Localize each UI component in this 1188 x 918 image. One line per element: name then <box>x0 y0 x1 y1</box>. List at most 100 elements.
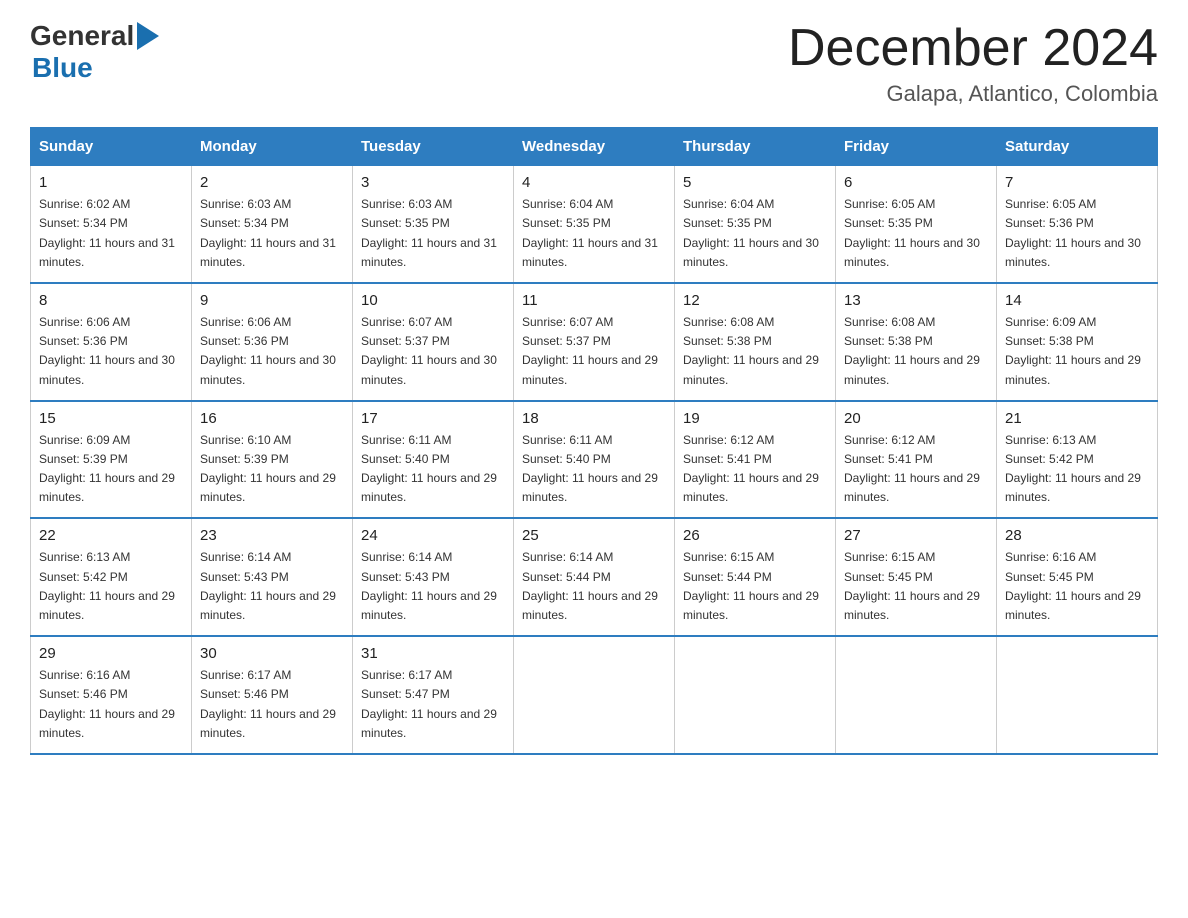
calendar-cell <box>836 636 997 754</box>
day-info: Sunrise: 6:17 AMSunset: 5:46 PMDaylight:… <box>200 666 344 743</box>
day-info: Sunrise: 6:11 AMSunset: 5:40 PMDaylight:… <box>361 431 505 508</box>
day-number: 21 <box>1005 410 1149 427</box>
calendar-cell: 21Sunrise: 6:13 AMSunset: 5:42 PMDayligh… <box>997 401 1158 519</box>
col-header-thursday: Thursday <box>675 128 836 166</box>
calendar-cell: 25 Sunrise: 6:14 AMSunset: 5:44 PMDayligh… <box>514 518 675 636</box>
day-info: Sunrise: 6:07 AMSunset: 5:37 PMDaylight:… <box>522 313 666 390</box>
day-number: 20 <box>844 410 988 427</box>
day-info: Sunrise: 6:09 AMSunset: 5:39 PMDaylight:… <box>39 431 183 508</box>
col-header-monday: Monday <box>192 128 353 166</box>
calendar-cell: 31Sunrise: 6:17 AMSunset: 5:47 PMDayligh… <box>353 636 514 754</box>
calendar-cell: 10Sunrise: 6:07 AMSunset: 5:37 PMDayligh… <box>353 283 514 401</box>
day-info: Sunrise: 6:12 AMSunset: 5:41 PMDaylight:… <box>844 431 988 508</box>
calendar-cell: 24Sunrise: 6:14 AMSunset: 5:43 PMDayligh… <box>353 518 514 636</box>
day-info: Sunrise: 6:06 AMSunset: 5:36 PMDaylight:… <box>200 313 344 390</box>
month-title: December 2024 <box>788 20 1158 77</box>
day-number: 31 <box>361 645 505 662</box>
day-info: Sunrise: 6:16 AMSunset: 5:46 PMDaylight:… <box>39 666 183 743</box>
day-number: 8 <box>39 292 183 309</box>
logo: General Blue <box>30 20 159 84</box>
day-number: 4 <box>522 174 666 191</box>
calendar-cell: 3Sunrise: 6:03 AMSunset: 5:35 PMDaylight… <box>353 166 514 283</box>
day-number: 23 <box>200 527 344 544</box>
day-info: Sunrise: 6:02 AMSunset: 5:34 PMDaylight:… <box>39 195 183 272</box>
calendar-week-row: 1Sunrise: 6:02 AMSunset: 5:34 PMDaylight… <box>31 166 1158 283</box>
calendar-week-row: 29Sunrise: 6:16 AMSunset: 5:46 PMDayligh… <box>31 636 1158 754</box>
day-number: 18 <box>522 410 666 427</box>
calendar-cell: 20 Sunrise: 6:12 AMSunset: 5:41 PMDayligh… <box>836 401 997 519</box>
day-number: 6 <box>844 174 988 191</box>
day-number: 27 <box>844 527 988 544</box>
calendar-cell: 23 Sunrise: 6:14 AMSunset: 5:43 PMDayligh… <box>192 518 353 636</box>
day-number: 16 <box>200 410 344 427</box>
col-header-friday: Friday <box>836 128 997 166</box>
calendar-week-row: 8 Sunrise: 6:06 AMSunset: 5:36 PMDaylight… <box>31 283 1158 401</box>
page-header: General Blue December 2024 Galapa, Atlan… <box>30 20 1158 107</box>
calendar-cell: 7 Sunrise: 6:05 AMSunset: 5:36 PMDaylight… <box>997 166 1158 283</box>
calendar-week-row: 22Sunrise: 6:13 AMSunset: 5:42 PMDayligh… <box>31 518 1158 636</box>
day-info: Sunrise: 6:05 AMSunset: 5:36 PMDaylight:… <box>1005 195 1149 272</box>
day-info: Sunrise: 6:07 AMSunset: 5:37 PMDaylight:… <box>361 313 505 390</box>
day-info: Sunrise: 6:12 AMSunset: 5:41 PMDaylight:… <box>683 431 827 508</box>
day-info: Sunrise: 6:09 AMSunset: 5:38 PMDaylight:… <box>1005 313 1149 390</box>
day-info: Sunrise: 6:14 AMSunset: 5:43 PMDaylight:… <box>200 548 344 625</box>
calendar-cell: 22Sunrise: 6:13 AMSunset: 5:42 PMDayligh… <box>31 518 192 636</box>
day-info: Sunrise: 6:08 AMSunset: 5:38 PMDaylight:… <box>844 313 988 390</box>
logo-general-text: General <box>30 20 134 52</box>
calendar-cell: 6 Sunrise: 6:05 AMSunset: 5:35 PMDaylight… <box>836 166 997 283</box>
day-number: 7 <box>1005 174 1149 191</box>
calendar-cell: 15 Sunrise: 6:09 AMSunset: 5:39 PMDayligh… <box>31 401 192 519</box>
day-number: 28 <box>1005 527 1149 544</box>
calendar-cell: 14Sunrise: 6:09 AMSunset: 5:38 PMDayligh… <box>997 283 1158 401</box>
day-info: Sunrise: 6:16 AMSunset: 5:45 PMDaylight:… <box>1005 548 1149 625</box>
day-info: Sunrise: 6:15 AMSunset: 5:45 PMDaylight:… <box>844 548 988 625</box>
day-number: 22 <box>39 527 183 544</box>
day-number: 19 <box>683 410 827 427</box>
day-number: 11 <box>522 292 666 309</box>
calendar-week-row: 15 Sunrise: 6:09 AMSunset: 5:39 PMDayligh… <box>31 401 1158 519</box>
col-header-tuesday: Tuesday <box>353 128 514 166</box>
calendar-cell: 27 Sunrise: 6:15 AMSunset: 5:45 PMDayligh… <box>836 518 997 636</box>
calendar-cell: 2Sunrise: 6:03 AMSunset: 5:34 PMDaylight… <box>192 166 353 283</box>
day-info: Sunrise: 6:04 AMSunset: 5:35 PMDaylight:… <box>683 195 827 272</box>
calendar-cell: 26 Sunrise: 6:15 AMSunset: 5:44 PMDayligh… <box>675 518 836 636</box>
calendar-cell <box>514 636 675 754</box>
calendar-cell: 28 Sunrise: 6:16 AMSunset: 5:45 PMDayligh… <box>997 518 1158 636</box>
calendar-cell: 5 Sunrise: 6:04 AMSunset: 5:35 PMDaylight… <box>675 166 836 283</box>
day-number: 26 <box>683 527 827 544</box>
calendar-cell <box>675 636 836 754</box>
calendar-cell: 4Sunrise: 6:04 AMSunset: 5:35 PMDaylight… <box>514 166 675 283</box>
calendar-header-row: SundayMondayTuesdayWednesdayThursdayFrid… <box>31 128 1158 166</box>
col-header-wednesday: Wednesday <box>514 128 675 166</box>
calendar-cell: 1Sunrise: 6:02 AMSunset: 5:34 PMDaylight… <box>31 166 192 283</box>
calendar-cell: 13 Sunrise: 6:08 AMSunset: 5:38 PMDayligh… <box>836 283 997 401</box>
calendar-cell: 19 Sunrise: 6:12 AMSunset: 5:41 PMDayligh… <box>675 401 836 519</box>
day-number: 25 <box>522 527 666 544</box>
day-number: 17 <box>361 410 505 427</box>
calendar-cell: 12 Sunrise: 6:08 AMSunset: 5:38 PMDayligh… <box>675 283 836 401</box>
day-number: 3 <box>361 174 505 191</box>
day-info: Sunrise: 6:14 AMSunset: 5:43 PMDaylight:… <box>361 548 505 625</box>
logo-blue-text: Blue <box>32 52 93 84</box>
calendar-cell: 11 Sunrise: 6:07 AMSunset: 5:37 PMDayligh… <box>514 283 675 401</box>
day-info: Sunrise: 6:11 AMSunset: 5:40 PMDaylight:… <box>522 431 666 508</box>
day-number: 12 <box>683 292 827 309</box>
day-info: Sunrise: 6:15 AMSunset: 5:44 PMDaylight:… <box>683 548 827 625</box>
day-info: Sunrise: 6:05 AMSunset: 5:35 PMDaylight:… <box>844 195 988 272</box>
calendar-cell: 9Sunrise: 6:06 AMSunset: 5:36 PMDaylight… <box>192 283 353 401</box>
day-info: Sunrise: 6:03 AMSunset: 5:34 PMDaylight:… <box>200 195 344 272</box>
day-number: 5 <box>683 174 827 191</box>
day-number: 13 <box>844 292 988 309</box>
col-header-saturday: Saturday <box>997 128 1158 166</box>
calendar-cell: 16Sunrise: 6:10 AMSunset: 5:39 PMDayligh… <box>192 401 353 519</box>
calendar-cell: 18 Sunrise: 6:11 AMSunset: 5:40 PMDayligh… <box>514 401 675 519</box>
location-title: Galapa, Atlantico, Colombia <box>788 81 1158 107</box>
day-info: Sunrise: 6:14 AMSunset: 5:44 PMDaylight:… <box>522 548 666 625</box>
calendar-table: SundayMondayTuesdayWednesdayThursdayFrid… <box>30 127 1158 755</box>
title-block: December 2024 Galapa, Atlantico, Colombi… <box>788 20 1158 107</box>
day-number: 15 <box>39 410 183 427</box>
calendar-cell: 17 Sunrise: 6:11 AMSunset: 5:40 PMDayligh… <box>353 401 514 519</box>
day-info: Sunrise: 6:08 AMSunset: 5:38 PMDaylight:… <box>683 313 827 390</box>
calendar-cell: 29Sunrise: 6:16 AMSunset: 5:46 PMDayligh… <box>31 636 192 754</box>
calendar-cell <box>997 636 1158 754</box>
